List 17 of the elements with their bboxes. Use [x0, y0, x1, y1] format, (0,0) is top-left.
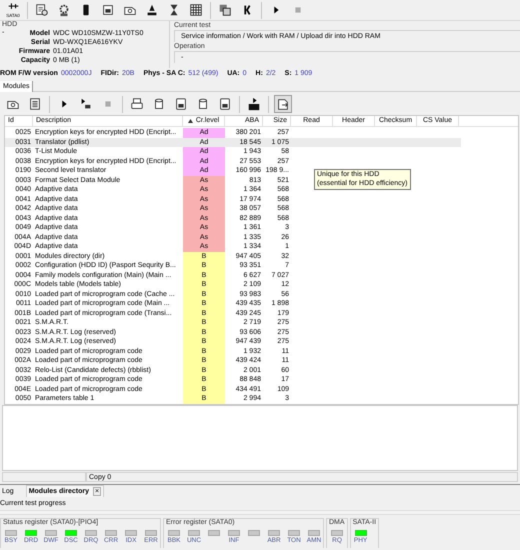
- sort-arrow-icon: [188, 119, 193, 123]
- play-step-icon: [79, 97, 93, 111]
- grid-icon: [189, 3, 203, 17]
- list-icon: [28, 97, 42, 111]
- gear-icon: [57, 3, 71, 17]
- chip-card-icon: [218, 97, 232, 111]
- cylinder-icon: [196, 97, 210, 111]
- chip-card-icon: [174, 97, 188, 111]
- copy-icon: [218, 3, 232, 17]
- export-button[interactable]: [274, 95, 292, 113]
- cylinder-icon: [152, 97, 166, 111]
- printer-icon: [130, 97, 144, 111]
- export-icon: [276, 97, 290, 111]
- document-search-icon: [35, 3, 49, 17]
- triangle-stand-icon: [145, 3, 159, 17]
- chip-arrow-icon: [247, 97, 261, 111]
- board-icon: [101, 3, 115, 17]
